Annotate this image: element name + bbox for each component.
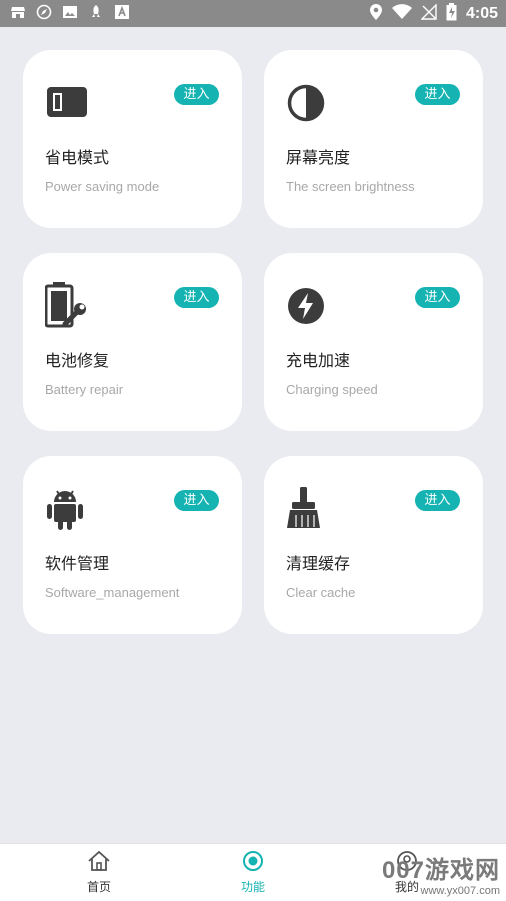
watermark: 007游戏网 www.yx007.com	[382, 850, 500, 897]
image-icon	[62, 4, 78, 20]
enter-button[interactable]: 进入	[174, 287, 219, 308]
card-subtitle: The screen brightness	[286, 179, 415, 194]
nav-function[interactable]: 功能	[223, 850, 283, 895]
card-subtitle: Charging speed	[286, 382, 378, 397]
card-software-management[interactable]: 进入 软件管理 Software_management	[23, 456, 242, 634]
nav-function-label: 功能	[240, 880, 265, 894]
enter-button[interactable]: 进入	[415, 490, 460, 511]
card-brightness[interactable]: 进入 屏幕亮度 The screen brightness	[264, 50, 483, 228]
card-subtitle: Clear cache	[286, 585, 356, 600]
rocket-icon	[88, 4, 104, 20]
status-bar: 4:05	[0, 0, 506, 27]
battery-charging-icon	[446, 3, 457, 25]
card-battery-repair[interactable]: 进入 电池修复 Battery repair	[23, 253, 242, 431]
power-saving-icon	[45, 83, 87, 125]
card-title: 软件管理	[45, 554, 110, 573]
enter-button[interactable]: 进入	[174, 490, 219, 511]
card-title: 充电加速	[286, 351, 351, 370]
android-icon	[45, 489, 87, 531]
store-icon	[10, 4, 26, 20]
watermark-title: 007游戏网	[381, 857, 500, 884]
watermark-url: www.yx007.com	[420, 885, 500, 897]
card-title: 电池修复	[45, 351, 110, 370]
font-icon	[114, 4, 130, 20]
nav-home-label: 首页	[86, 880, 111, 894]
card-subtitle: Power saving mode	[45, 179, 160, 194]
bottom-nav: 首页 功能 我的 007游戏网 www.yx007.com	[0, 843, 506, 901]
enter-button[interactable]: 进入	[174, 84, 219, 105]
card-title: 清理缓存	[286, 554, 351, 573]
battery-repair-icon	[44, 282, 87, 328]
no-signal-icon	[420, 3, 437, 24]
compass-icon	[36, 4, 52, 20]
location-icon	[369, 3, 383, 25]
broom-icon	[286, 487, 328, 531]
card-title: 省电模式	[45, 148, 110, 167]
enter-button[interactable]: 进入	[415, 84, 460, 105]
card-power-saving[interactable]: 进入 省电模式 Power saving mode	[23, 50, 242, 228]
card-clear-cache[interactable]: 进入 清理缓存 Clear cache	[264, 456, 483, 634]
lightning-icon	[286, 286, 328, 328]
nav-home[interactable]: 首页	[69, 850, 129, 895]
card-title: 屏幕亮度	[286, 148, 351, 167]
card-charging-speed[interactable]: 进入 充电加速 Charging speed	[264, 253, 483, 431]
function-icon	[242, 851, 264, 876]
home-icon	[87, 850, 111, 876]
card-subtitle: Software_management	[45, 585, 180, 600]
status-time: 4:05	[465, 5, 498, 22]
card-subtitle: Battery repair	[45, 382, 124, 397]
enter-button[interactable]: 进入	[415, 287, 460, 308]
wifi-icon	[391, 4, 412, 24]
brightness-icon	[286, 83, 328, 125]
